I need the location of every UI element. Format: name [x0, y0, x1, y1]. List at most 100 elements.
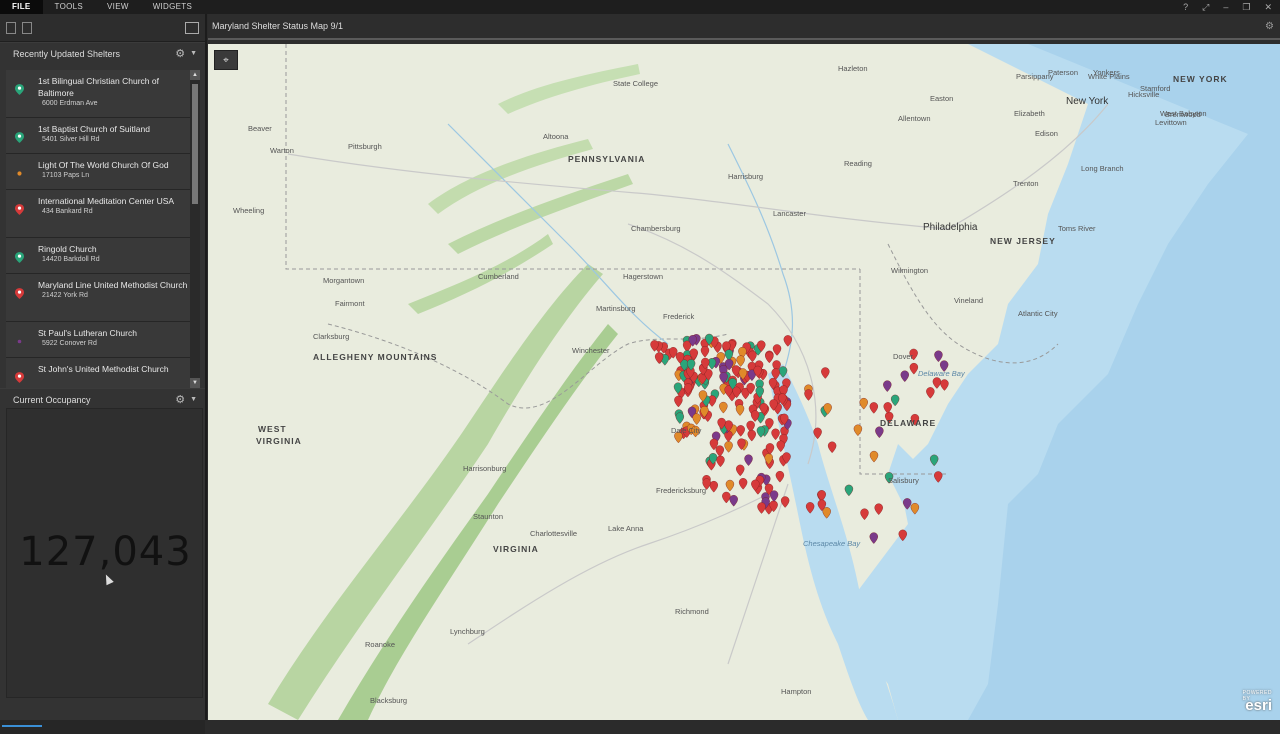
map-pin-icon — [6, 243, 32, 263]
list-item[interactable]: St Paul's Lutheran Church 5922 Conover Rd — [6, 322, 190, 358]
shelter-marker-icon[interactable] — [674, 395, 683, 408]
shelter-marker-icon[interactable] — [722, 491, 731, 504]
shelter-marker-icon[interactable] — [709, 480, 718, 493]
map-label: DELAWARE — [880, 418, 937, 428]
minimize-icon[interactable]: – — [1223, 2, 1228, 12]
map-label: Reading — [844, 159, 872, 168]
esri-logo: POWERED BY esri — [1243, 690, 1272, 714]
shelter-marker-icon[interactable] — [765, 351, 774, 364]
gear-icon[interactable]: ⚙ — [175, 393, 185, 406]
menu-file[interactable]: FILE — [0, 0, 43, 14]
map-label: Hagerstown — [623, 272, 664, 281]
fullscreen-icon[interactable]: ⤢ — [1202, 2, 1209, 13]
list-item[interactable]: Maryland Line United Methodist Church 214… — [6, 274, 190, 322]
scroll-thumb[interactable] — [192, 84, 198, 204]
shelter-marker-icon[interactable] — [692, 413, 701, 425]
shelter-marker-icon[interactable] — [736, 425, 745, 437]
shelter-marker-icon[interactable] — [804, 389, 813, 401]
map-label: VIRGINIA — [256, 436, 302, 446]
gear-icon[interactable]: ⚙ — [175, 47, 185, 60]
list-item[interactable]: 1st Bilingual Christian Church of Baltim… — [6, 70, 190, 118]
shelter-marker-icon[interactable] — [772, 344, 782, 356]
map-label: Edison — [1035, 129, 1058, 138]
shelter-marker-icon[interactable] — [909, 362, 919, 375]
shelter-marker-icon[interactable] — [900, 370, 909, 383]
map-label: Hazleton — [838, 64, 868, 73]
shelter-marker-icon[interactable] — [744, 454, 753, 466]
shelter-marker-icon[interactable] — [853, 424, 863, 437]
shelter-marker-icon[interactable] — [736, 464, 745, 477]
shelter-marker-icon[interactable] — [890, 394, 900, 407]
shelter-marker-icon[interactable] — [757, 502, 766, 514]
map-label: Wilmington — [891, 266, 929, 275]
locate-button[interactable]: ⌖ — [214, 50, 238, 70]
list-item[interactable]: Light Of The World Church Of God 17103 Pa… — [6, 154, 190, 190]
map-view[interactable]: PENNSYLVANIA WEST VIRGINIA VIRGINIA NEW JERS… — [208, 44, 1280, 720]
shelter-marker-icon[interactable] — [869, 402, 879, 414]
shelter-marker-icon[interactable] — [874, 503, 883, 515]
chevron-down-icon[interactable]: ▼ — [190, 396, 197, 403]
shelter-marker-icon[interactable] — [926, 387, 935, 399]
list-scrollbar[interactable]: ▲ ▼ — [190, 70, 200, 388]
occupancy-widget: 127,043 — [6, 408, 203, 698]
shelter-marker-icon[interactable] — [724, 441, 733, 453]
map-label: NEW JERSEY — [990, 236, 1056, 246]
map-label: Fredericksburg — [656, 486, 707, 495]
shelter-marker-icon[interactable] — [738, 478, 748, 490]
restore-icon[interactable]: ❐ — [1242, 2, 1250, 13]
shelter-marker-icon[interactable] — [719, 401, 728, 414]
close-icon[interactable]: ✕ — [1264, 2, 1272, 13]
panel-layout-icon[interactable] — [6, 21, 16, 34]
shelter-marker-icon[interactable] — [735, 404, 745, 416]
shelter-marker-icon[interactable] — [875, 426, 884, 438]
shelter-marker-icon[interactable] — [821, 367, 830, 379]
shelter-marker-icon[interactable] — [869, 450, 879, 463]
shelter-marker-icon[interactable] — [932, 377, 942, 389]
shelter-marker-icon[interactable] — [748, 350, 757, 363]
list-item[interactable]: Ringold Church 14420 Barkdoll Rd — [6, 238, 190, 274]
shelter-marker-icon[interactable] — [860, 508, 869, 520]
shelter-marker-icon[interactable] — [844, 484, 854, 497]
shelter-marker-icon[interactable] — [883, 380, 892, 392]
shelter-marker-icon[interactable] — [940, 379, 949, 391]
shelter-name: International Meditation Center USA — [38, 196, 175, 206]
menu-tools[interactable]: TOOLS — [43, 0, 95, 14]
list-item[interactable]: St John's United Methodist Church — [6, 358, 190, 388]
shelter-marker-icon[interactable] — [736, 355, 745, 367]
add-widget-icon[interactable] — [185, 21, 199, 34]
shelter-marker-icon[interactable] — [716, 455, 725, 468]
panel-split-icon[interactable] — [22, 21, 32, 34]
shelter-marker-icon[interactable] — [780, 496, 790, 508]
shelter-marker-icon[interactable] — [776, 440, 785, 453]
shelter-marker-icon[interactable] — [769, 490, 779, 502]
shelter-marker-icon[interactable] — [859, 397, 868, 410]
shelter-address: 5922 Conover Rd — [42, 340, 97, 347]
shelter-marker-icon[interactable] — [883, 402, 892, 414]
map-label: Lake Anna — [608, 524, 644, 533]
shelter-marker-icon[interactable] — [771, 428, 780, 441]
shelter-marker-icon[interactable] — [700, 346, 710, 358]
shelter-marker-icon[interactable] — [715, 445, 725, 457]
map-label: Richmond — [675, 607, 709, 616]
shelter-marker-icon[interactable] — [827, 441, 837, 454]
shelter-marker-icon[interactable] — [675, 412, 685, 424]
map-label: State College — [613, 79, 659, 88]
list-item[interactable]: International Meditation Center USA 434 B… — [6, 190, 190, 238]
list-item[interactable]: 1st Baptist Church of Suitland 5401 Silve… — [6, 118, 190, 154]
gear-icon[interactable]: ⚙ — [1265, 21, 1274, 32]
shelter-marker-icon[interactable] — [775, 470, 785, 483]
menu-view[interactable]: VIEW — [95, 0, 141, 14]
shelter-marker-icon[interactable] — [725, 479, 735, 492]
shelter-marker-icon[interactable] — [934, 350, 943, 363]
menu-widgets[interactable]: WIDGETS — [141, 0, 204, 14]
chevron-down-icon[interactable]: ▼ — [190, 50, 197, 57]
shelter-name: Maryland Line United Methodist Church — [38, 280, 188, 290]
map-label: PENNSYLVANIA — [568, 154, 646, 164]
shelter-address: 5401 Silver Hill Rd — [42, 136, 100, 143]
scroll-down-icon[interactable]: ▼ — [190, 378, 200, 388]
shelter-marker-icon[interactable] — [729, 495, 738, 507]
shelter-marker-icon[interactable] — [747, 429, 756, 442]
help-icon[interactable]: ? — [1183, 2, 1188, 12]
scroll-up-icon[interactable]: ▲ — [190, 70, 200, 80]
shelter-marker-icon[interactable] — [869, 532, 878, 544]
